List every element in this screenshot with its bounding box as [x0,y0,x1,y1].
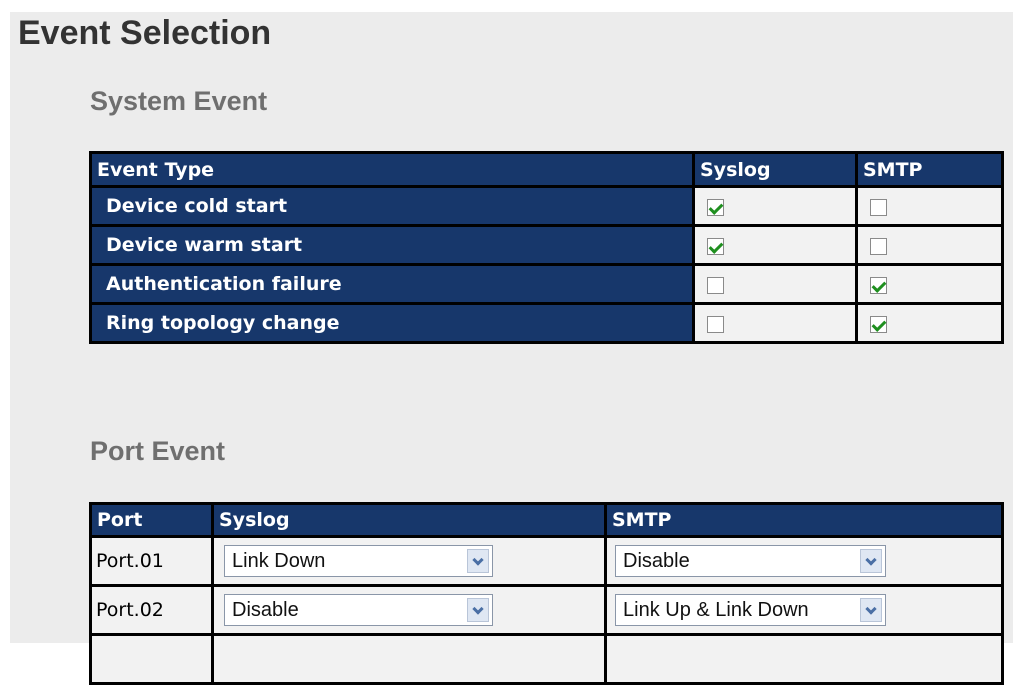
table-row: Ring topology change [89,302,1004,344]
table-row: Device warm start [89,224,1004,266]
event-type-label: Ring topology change [89,302,695,344]
chevron-down-icon[interactable] [467,598,489,622]
port-event-table: Port Syslog SMTP Port.01 Link Down Disab… [89,502,1004,685]
smtp-cell [604,633,1004,685]
smtp-checkbox[interactable] [870,198,887,216]
syslog-select[interactable]: Disable [224,594,493,626]
smtp-checkbox[interactable] [870,276,887,294]
smtp-checkbox[interactable] [870,237,887,255]
table-row: Device cold start [89,185,1004,227]
column-header-syslog: Syslog [211,502,607,538]
port-event-title: Port Event [90,436,226,466]
event-type-label: Authentication failure [89,263,695,305]
port-label: Port.01 [89,535,214,587]
syslog-checkbox[interactable] [707,237,724,255]
smtp-select[interactable]: Disable [615,545,886,577]
port-label: Port.02 [89,584,214,636]
event-type-label: Device warm start [89,224,695,266]
system-event-title: System Event [90,86,268,116]
syslog-cell [211,633,607,685]
column-header-smtp: SMTP [855,151,1004,188]
port-label [89,633,214,685]
smtp-select[interactable]: Link Up & Link Down [615,594,886,626]
table-row: Authentication failure [89,263,1004,305]
smtp-select-value: Disable [623,550,690,572]
column-header-port: Port [89,502,214,538]
chevron-down-icon[interactable] [860,598,882,622]
column-header-event-type: Event Type [89,151,695,188]
table-row: Port.01 Link Down Disable [89,535,1004,587]
system-event-table: Event Type Syslog SMTP Device cold start… [89,151,1004,344]
syslog-select-value: Link Down [232,550,326,572]
table-header-row: Port Syslog SMTP [89,502,1004,538]
table-header-row: Event Type Syslog SMTP [89,151,1004,188]
column-header-syslog: Syslog [692,151,858,188]
syslog-select[interactable]: Link Down [224,545,493,577]
syslog-select-value: Disable [232,599,299,621]
syslog-checkbox[interactable] [707,315,724,333]
smtp-select-value: Link Up & Link Down [623,599,809,621]
page-title: Event Selection [18,14,272,52]
syslog-checkbox[interactable] [707,276,724,294]
syslog-checkbox[interactable] [707,198,724,216]
table-row: Port.02 Disable Link Up & Link Down [89,584,1004,636]
chevron-down-icon[interactable] [467,549,489,573]
table-row [89,633,1004,685]
event-type-label: Device cold start [89,185,695,227]
chevron-down-icon[interactable] [860,549,882,573]
column-header-smtp: SMTP [604,502,1004,538]
smtp-checkbox[interactable] [870,315,887,333]
